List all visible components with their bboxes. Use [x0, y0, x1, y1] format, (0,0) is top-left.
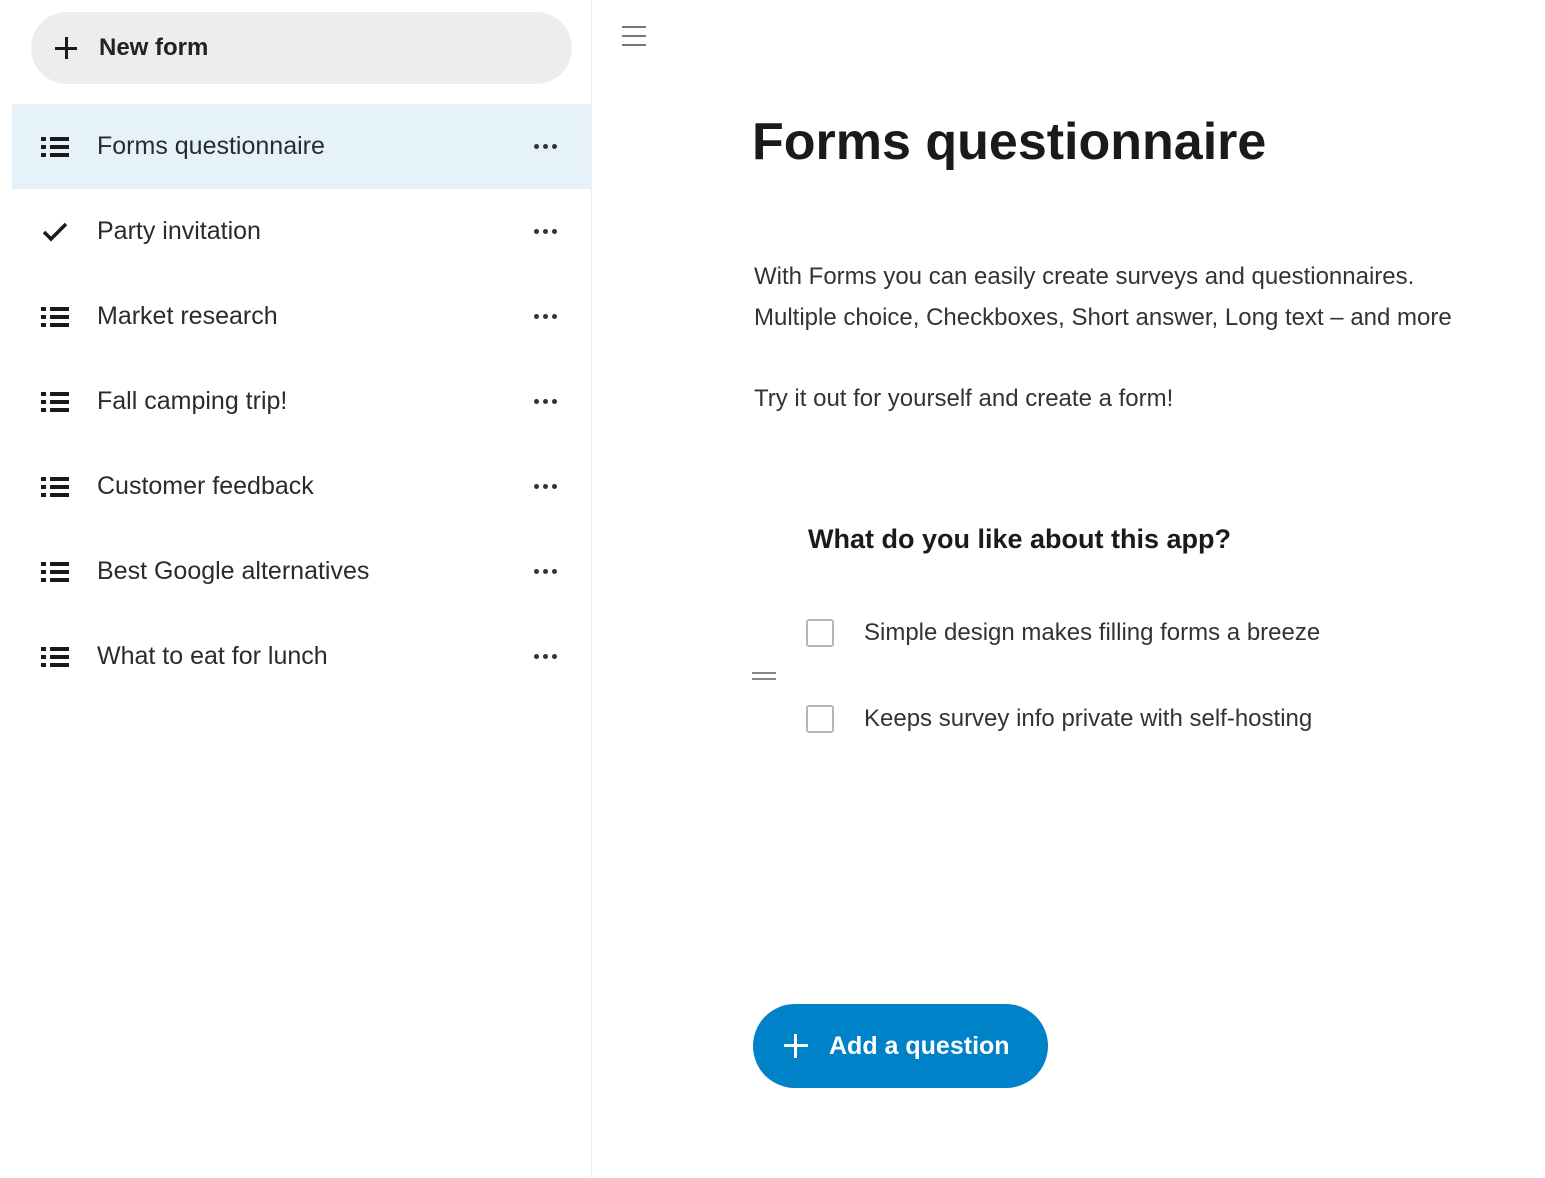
sidebar-item-party-invitation[interactable]: Party invitation	[12, 189, 591, 274]
plus-icon	[53, 35, 79, 61]
sidebar-item-label: Party invitation	[97, 217, 261, 245]
add-question-label: Add a question	[829, 1031, 1010, 1060]
sidebar-item-label: Customer feedback	[97, 472, 314, 500]
sidebar-item-label: Fall camping trip!	[97, 387, 288, 415]
add-question-button[interactable]: Add a question	[753, 1004, 1048, 1088]
sidebar-item-label: What to eat for lunch	[97, 642, 328, 670]
form-title[interactable]: Forms questionnaire	[752, 112, 1266, 172]
plus-icon	[783, 1033, 809, 1059]
checkbox-option[interactable]: Simple design makes filling forms a bree…	[806, 616, 1320, 650]
more-horizontal-icon[interactable]	[530, 302, 560, 332]
sidebar-item-what-to-eat-for-lunch[interactable]: What to eat for lunch	[12, 614, 591, 699]
checkbox[interactable]	[806, 705, 834, 733]
list-icon	[41, 474, 69, 500]
description-line: Try it out for yourself and create a for…	[754, 385, 1174, 412]
sidebar-item-forms-questionnaire[interactable]: Forms questionnaire	[12, 104, 591, 189]
checkbox-option[interactable]: Keeps survey info private with self-host…	[806, 702, 1312, 736]
forms-app: New form Forms questionnaire Party invit…	[0, 0, 1545, 1178]
new-form-button[interactable]: New form	[31, 12, 572, 84]
sidebar-item-fall-camping-trip[interactable]: Fall camping trip!	[12, 359, 591, 444]
new-form-label: New form	[99, 34, 209, 61]
more-horizontal-icon[interactable]	[530, 557, 560, 587]
list-icon	[41, 644, 69, 670]
more-horizontal-icon[interactable]	[530, 472, 560, 502]
list-icon	[41, 559, 69, 585]
sidebar-item-label: Forms questionnaire	[97, 132, 325, 160]
more-horizontal-icon[interactable]	[530, 132, 560, 162]
option-label: Keeps survey info private with self-host…	[864, 705, 1313, 732]
description-line: With Forms you can easily create surveys…	[754, 263, 1415, 290]
list-icon	[41, 304, 69, 330]
sidebar: New form Forms questionnaire Party invit…	[0, 0, 592, 1178]
list-icon	[41, 134, 69, 160]
option-label: Simple design makes filling forms a bree…	[864, 619, 1321, 646]
list-icon	[41, 389, 69, 415]
more-horizontal-icon[interactable]	[530, 642, 560, 672]
sidebar-item-customer-feedback[interactable]: Customer feedback	[12, 444, 591, 529]
forms-list: Forms questionnaire Party invitation Mar…	[12, 104, 591, 699]
more-horizontal-icon[interactable]	[530, 217, 560, 247]
sidebar-item-label: Market research	[97, 302, 278, 330]
sidebar-item-best-google-alternatives[interactable]: Best Google alternatives	[12, 529, 591, 614]
more-horizontal-icon[interactable]	[530, 387, 560, 417]
hamburger-menu-icon[interactable]	[622, 24, 646, 48]
form-description[interactable]: With Forms you can easily create surveys…	[754, 256, 1452, 419]
description-line: Multiple choice, Checkboxes, Short answe…	[754, 304, 1452, 331]
checkbox[interactable]	[806, 619, 834, 647]
checkmark-icon	[41, 219, 69, 245]
sidebar-item-label: Best Google alternatives	[97, 557, 370, 585]
form-editor: Forms questionnaire With Forms you can e…	[592, 0, 1545, 1178]
question-title[interactable]: What do you like about this app?	[808, 524, 1231, 555]
drag-handle-icon[interactable]	[752, 670, 776, 682]
sidebar-item-market-research[interactable]: Market research	[12, 274, 591, 359]
